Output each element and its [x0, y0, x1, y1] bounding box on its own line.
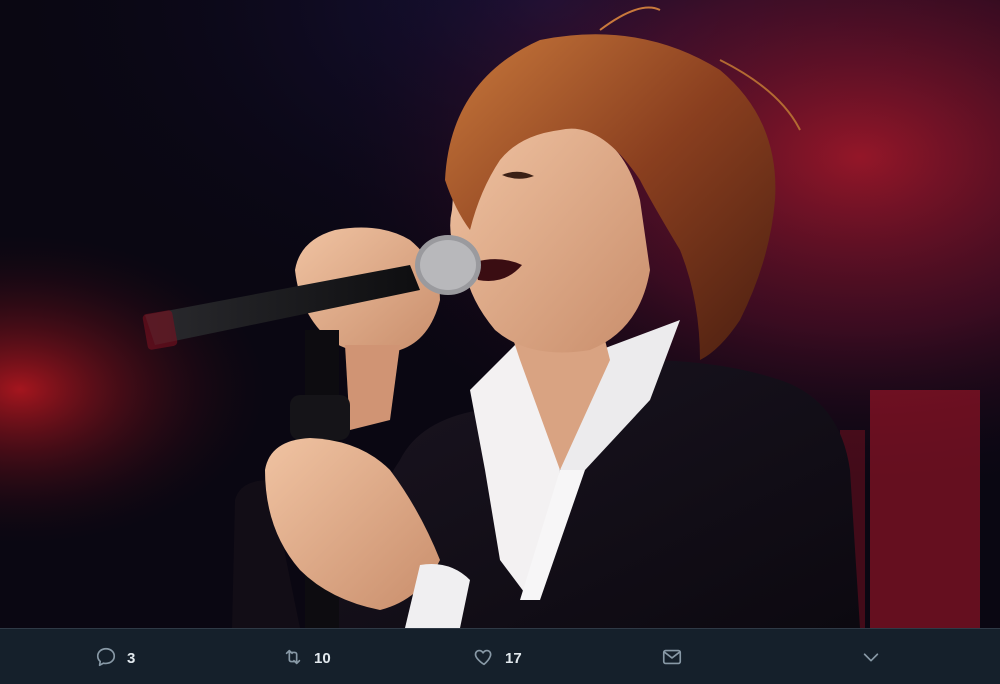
reply-button[interactable]: 3 [95, 629, 135, 684]
reply-icon [95, 646, 117, 668]
retweet-icon [282, 646, 304, 668]
chevron-down-icon [860, 646, 882, 668]
like-button[interactable]: 17 [473, 629, 522, 684]
heart-icon [473, 646, 495, 668]
retweet-count: 10 [314, 649, 331, 667]
like-count: 17 [505, 649, 522, 667]
direct-message-button[interactable] [661, 629, 683, 684]
retweet-button[interactable]: 10 [282, 629, 331, 684]
more-options-button[interactable] [860, 629, 882, 684]
tweet-action-bar: 3 10 17 [0, 628, 1000, 683]
concert-photo [0, 0, 1000, 628]
tweet-photo[interactable] [0, 0, 1000, 628]
mail-icon [661, 646, 683, 668]
reply-count: 3 [127, 649, 136, 667]
